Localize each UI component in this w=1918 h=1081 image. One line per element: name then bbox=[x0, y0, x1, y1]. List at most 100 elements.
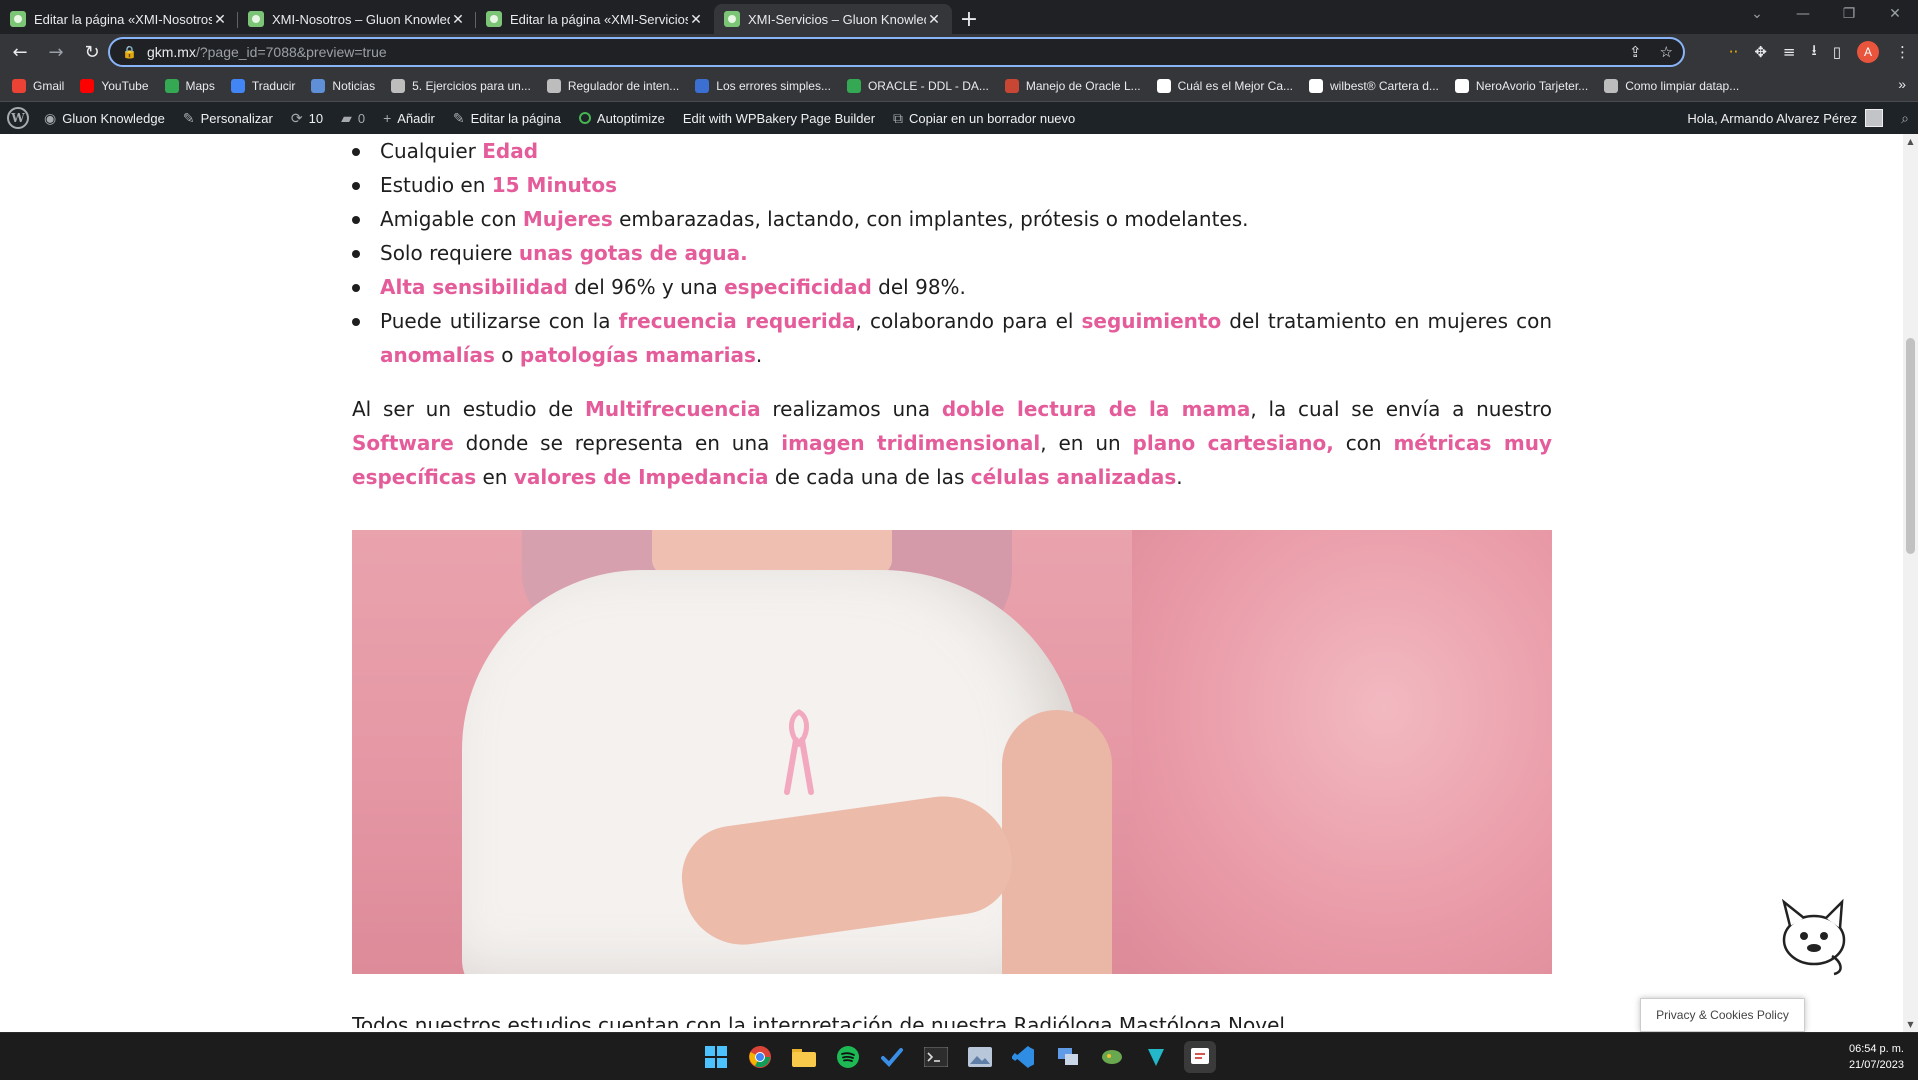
admin-edit-page[interactable]: ✎ Editar la página bbox=[444, 102, 570, 134]
chrome-icon[interactable] bbox=[744, 1041, 776, 1073]
bookmark-item[interactable]: ORACLE - DDL - DA... bbox=[846, 78, 989, 93]
admin-autoptimize[interactable]: Autoptimize bbox=[570, 102, 674, 134]
bookmark-item[interactable]: YouTube bbox=[80, 78, 149, 93]
wordpress-logo-icon[interactable]: W bbox=[7, 107, 29, 129]
bookmark-item[interactable]: Traducir bbox=[230, 78, 296, 93]
file-explorer-icon[interactable] bbox=[788, 1041, 820, 1073]
admin-customize[interactable]: ✎ Personalizar bbox=[174, 102, 282, 134]
tab-search-icon[interactable]: ⌄ bbox=[1734, 0, 1780, 30]
extensions-puzzle-icon[interactable]: ✥ bbox=[1754, 43, 1767, 61]
site-favicon-icon bbox=[486, 11, 502, 27]
close-icon[interactable]: ✕ bbox=[926, 11, 942, 28]
bookmark-star-icon[interactable]: ☆ bbox=[1660, 43, 1673, 61]
bookmark-item[interactable]: NeroAvorio Tarjeter... bbox=[1454, 78, 1588, 93]
scroll-up-arrow-icon[interactable]: ▲ bbox=[1903, 134, 1918, 149]
updates-icon: ⟳ bbox=[290, 109, 303, 126]
vpn-shield-icon[interactable] bbox=[1140, 1041, 1172, 1073]
site-favicon-icon bbox=[248, 11, 264, 27]
chatbot-mascot-icon[interactable] bbox=[1770, 896, 1860, 976]
highlight-text: valores de Impedancia bbox=[513, 465, 769, 489]
more-bookmarks-chevron-icon[interactable]: » bbox=[1898, 76, 1906, 92]
highlight-text: Alta sensibilidad bbox=[380, 275, 568, 299]
tab-editar-nosotros[interactable]: Editar la página «XMI-Nosotros» ✕ bbox=[0, 4, 238, 34]
admin-account[interactable]: Hola, Armando Alvarez Pérez bbox=[1678, 102, 1892, 134]
vscode-icon[interactable] bbox=[1008, 1041, 1040, 1073]
download-icon[interactable]: ⭳ bbox=[1811, 40, 1816, 65]
description-paragraph: Al ser un estudio de Multifrecuencia rea… bbox=[352, 392, 1552, 494]
reload-icon[interactable]: ↻ bbox=[76, 36, 108, 68]
close-icon[interactable]: ✕ bbox=[450, 11, 466, 28]
updates-count: 10 bbox=[308, 110, 324, 126]
admin-copy-draft[interactable]: ⧉ Copiar en un borrador nuevo bbox=[884, 102, 1084, 134]
restore-icon[interactable]: ❐ bbox=[1826, 0, 1872, 30]
photo-arm bbox=[1002, 710, 1112, 974]
share-icon[interactable]: ⇪ bbox=[1629, 43, 1642, 61]
game-app-icon[interactable] bbox=[1096, 1041, 1128, 1073]
back-arrow-icon[interactable]: ← bbox=[4, 36, 36, 68]
para-text: en bbox=[476, 465, 514, 489]
terminal-icon[interactable] bbox=[920, 1041, 952, 1073]
admin-site-name[interactable]: ◉ Gluon Knowledge bbox=[35, 102, 174, 134]
tab-xmi-servicios[interactable]: XMI-Servicios – Gluon Knowledge ✕ bbox=[714, 4, 952, 34]
tab-xmi-nosotros[interactable]: XMI-Nosotros – Gluon Knowledge ✕ bbox=[238, 4, 476, 34]
extension-dots-icon[interactable]: ·· bbox=[1729, 43, 1739, 61]
close-window-icon[interactable]: ✕ bbox=[1872, 0, 1918, 30]
todo-check-icon[interactable] bbox=[876, 1041, 908, 1073]
para-text: con bbox=[1333, 431, 1394, 455]
bookmark-item[interactable]: 5. Ejercicios para un... bbox=[391, 78, 531, 93]
profile-avatar[interactable]: A bbox=[1857, 41, 1879, 63]
autoptimize-label: Autoptimize bbox=[596, 110, 665, 126]
tab-title: XMI-Servicios – Gluon Knowledge bbox=[748, 11, 926, 27]
system-clock[interactable]: 06:54 p. m. 21/07/2023 bbox=[1849, 1041, 1904, 1073]
remote-desktop-icon[interactable] bbox=[1052, 1041, 1084, 1073]
bookmark-favicon-icon bbox=[12, 78, 26, 93]
bookmark-label: 5. Ejercicios para un... bbox=[412, 78, 531, 93]
item-text: del 98%. bbox=[871, 275, 966, 299]
bookmark-item[interactable]: Manejo de Oracle L... bbox=[1004, 78, 1141, 93]
bookmark-item[interactable]: Gmail bbox=[12, 78, 64, 93]
tab-editar-servicios[interactable]: Editar la página «XMI-Servicios» ✕ bbox=[476, 4, 714, 34]
bookmark-item[interactable]: Cuál es el Mejor Ca... bbox=[1156, 78, 1293, 93]
close-icon[interactable]: ✕ bbox=[212, 11, 228, 28]
scroll-down-arrow-icon[interactable]: ▼ bbox=[1903, 1017, 1918, 1032]
bookmark-favicon-icon bbox=[230, 78, 245, 93]
highlight-text: especificidad bbox=[724, 275, 872, 299]
page-scrollbar[interactable]: ▲ ▼ bbox=[1903, 134, 1918, 1032]
address-bar[interactable]: 🔒 gkm.mx /?page_id=7088&preview=true ⇪ ☆ bbox=[108, 37, 1685, 67]
forward-arrow-icon[interactable]: → bbox=[40, 36, 72, 68]
admin-add-new[interactable]: + Añadir bbox=[374, 102, 444, 134]
extension-area: ·· ✥ ≡ ⭳ ▯ A ⋮ bbox=[1729, 34, 1910, 70]
side-panel-icon[interactable]: ▯ bbox=[1833, 43, 1841, 61]
scrollbar-thumb[interactable] bbox=[1906, 338, 1915, 554]
lock-icon[interactable]: 🔒 bbox=[122, 45, 137, 59]
cut-off-text-line: Todos nuestros estudios cuentan con la i… bbox=[352, 1013, 1285, 1028]
search-icon: ⌕ bbox=[1901, 109, 1909, 126]
bookmark-item[interactable]: Los errores simples... bbox=[695, 78, 831, 93]
list-item: Alta sensibilidad del 96% y una especifi… bbox=[352, 270, 1552, 304]
close-icon[interactable]: ✕ bbox=[688, 11, 704, 28]
bookmark-item[interactable]: Maps bbox=[164, 78, 215, 93]
bookmark-item[interactable]: wilbest® Cartera d... bbox=[1309, 78, 1439, 93]
admin-wpbakery[interactable]: Edit with WPBakery Page Builder bbox=[674, 102, 884, 134]
admin-search[interactable]: ⌕ bbox=[1892, 102, 1918, 134]
privacy-policy-button[interactable]: Privacy & Cookies Policy bbox=[1640, 998, 1805, 1032]
minimize-icon[interactable]: — bbox=[1780, 0, 1826, 30]
windows-start-icon[interactable] bbox=[700, 1041, 732, 1073]
bookmark-label: Traducir bbox=[251, 78, 296, 93]
snipping-tool-icon[interactable] bbox=[1184, 1041, 1216, 1073]
bookmark-favicon-icon bbox=[1604, 78, 1619, 93]
admin-updates[interactable]: ⟳ 10 bbox=[282, 102, 332, 134]
spotify-icon[interactable] bbox=[832, 1041, 864, 1073]
admin-comments[interactable]: ▰ 0 bbox=[332, 102, 374, 134]
breast-health-photo bbox=[352, 530, 1552, 974]
new-tab-button[interactable]: + bbox=[952, 4, 986, 34]
photos-icon[interactable] bbox=[964, 1041, 996, 1073]
add-new-label: Añadir bbox=[397, 110, 435, 126]
bookmark-item[interactable]: Como limpiar datap... bbox=[1604, 78, 1739, 93]
bookmark-item[interactable]: Regulador de inten... bbox=[546, 78, 679, 93]
para-text: , la cual se envía a nuestro bbox=[1250, 397, 1553, 421]
bookmark-item[interactable]: Noticias bbox=[311, 78, 375, 93]
menu-kebab-icon[interactable]: ⋮ bbox=[1895, 43, 1910, 61]
media-queue-icon[interactable]: ≡ bbox=[1783, 43, 1796, 61]
brush-icon: ✎ bbox=[182, 109, 195, 126]
